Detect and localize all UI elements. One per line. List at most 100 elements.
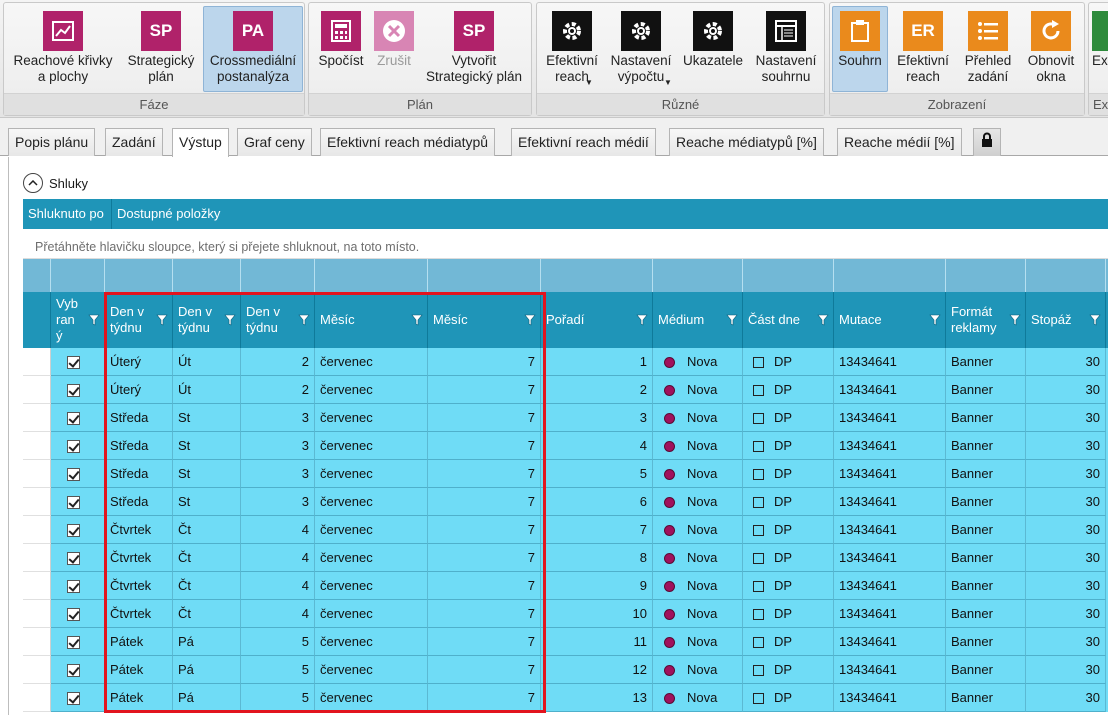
ribbon-group-label-ruzne: Různé bbox=[537, 93, 824, 115]
effective-reach-settings-button[interactable]: Efektivní reach ▼ bbox=[540, 6, 604, 92]
tab-input[interactable]: Zadání bbox=[105, 128, 163, 156]
crossmedia-postanalysis-button[interactable]: PA Crossmediální postanalýza bbox=[203, 6, 303, 92]
month-number-column-header[interactable]: Měsíc bbox=[428, 292, 541, 348]
export-button[interactable]: Ex bbox=[1091, 6, 1108, 92]
effective-reach-view-button[interactable]: ER Efektivní reach bbox=[890, 6, 956, 92]
calculate-label: Spočíst bbox=[318, 53, 364, 68]
table-row[interactable]: Úterý Út 2 červenec 7 2 Nova DP 13434641 Banner 30 bbox=[23, 376, 1108, 404]
ad-format-column-header[interactable]: Formát reklamy bbox=[946, 292, 1026, 348]
row-checkbox[interactable] bbox=[67, 384, 80, 398]
day-of-week-number-column-header[interactable]: Den v týdnu bbox=[241, 292, 315, 348]
medium-column-header[interactable]: Médium bbox=[653, 292, 743, 348]
spot-length-column-header[interactable]: Stopáž bbox=[1026, 292, 1106, 348]
row-checkbox[interactable] bbox=[67, 356, 80, 370]
filter-icon[interactable] bbox=[224, 314, 236, 326]
filter-icon[interactable] bbox=[88, 314, 100, 326]
day-of-week-column-header[interactable]: Den v týdnu bbox=[105, 292, 173, 348]
calculate-button[interactable]: Spočíst bbox=[313, 6, 369, 92]
table-row[interactable]: Pátek Pá 5 červenec 7 11 Nova DP 13434641 Banner 3… bbox=[23, 628, 1108, 656]
row-checkbox[interactable] bbox=[67, 636, 80, 650]
crossmedia-postanalysis-label: Crossmediální postanalýza bbox=[209, 53, 297, 84]
refresh-windows-button[interactable]: Obnovit okna bbox=[1020, 6, 1082, 92]
table-row[interactable]: Pátek Pá 5 červenec 7 13 Nova DP 13434641 Banner 3… bbox=[23, 684, 1108, 712]
filter-icon[interactable] bbox=[726, 314, 738, 326]
tab-effective-reach-mediatypes[interactable]: Efektivní reach médiatypů bbox=[320, 128, 496, 156]
daypart-value: DP bbox=[774, 354, 793, 369]
filter-icon[interactable] bbox=[298, 314, 310, 326]
daypart-square-icon bbox=[753, 553, 764, 565]
stopaz-cell: 30 bbox=[1026, 348, 1106, 376]
summary-button[interactable]: Souhrn bbox=[832, 6, 888, 92]
table-row[interactable]: Čtvrtek Čt 4 červenec 7 10 Nova DP 13434641 Banne… bbox=[23, 600, 1108, 628]
mutation-column-header[interactable]: Mutace bbox=[834, 292, 946, 348]
format-cell: Banner bbox=[946, 572, 1026, 600]
strategic-plan-label: Strategický plán bbox=[127, 53, 195, 84]
row-checkbox[interactable] bbox=[67, 552, 80, 566]
indicators-button[interactable]: Ukazatele bbox=[678, 6, 748, 92]
row-checkbox[interactable] bbox=[67, 524, 80, 538]
table-row[interactable]: Čtvrtek Čt 4 červenec 7 8 Nova DP 13434641 Banner… bbox=[23, 544, 1108, 572]
order-column-header[interactable]: Pořadí bbox=[541, 292, 653, 348]
reach-curves-chart-icon bbox=[43, 11, 83, 51]
tab-output[interactable]: Výstup bbox=[172, 128, 229, 157]
table-row[interactable]: Středa St 3 červenec 7 3 Nova DP 13434641 Banner 3… bbox=[23, 404, 1108, 432]
row-checkbox[interactable] bbox=[67, 412, 80, 426]
strategic-plan-button[interactable]: SP Strategický plán bbox=[118, 6, 204, 92]
tab-price-chart[interactable]: Graf ceny bbox=[237, 128, 312, 156]
gear-icon bbox=[693, 11, 733, 51]
clusters-expander[interactable]: Shluky bbox=[23, 173, 88, 193]
mesic-num-cell: 7 bbox=[428, 656, 541, 684]
filter-icon[interactable] bbox=[636, 314, 648, 326]
column-header-label: Měsíc bbox=[320, 312, 355, 327]
cancel-button[interactable]: Zrušit bbox=[369, 6, 419, 92]
den-num-cell: 4 bbox=[241, 600, 315, 628]
day-of-week-short-column-header[interactable]: Den v týdnu bbox=[173, 292, 241, 348]
row-checkbox[interactable] bbox=[67, 580, 80, 594]
den-cell: Úterý bbox=[105, 348, 173, 376]
tab-reach-mediatypes-pct[interactable]: Reache médiatypů [%] bbox=[669, 128, 824, 156]
table-row[interactable]: Čtvrtek Čt 4 červenec 7 7 Nova DP 13434641 Banner… bbox=[23, 516, 1108, 544]
column-header-label: Část dne bbox=[748, 312, 801, 327]
table-row[interactable]: Pátek Pá 5 červenec 7 12 Nova DP 13434641 Banner 3… bbox=[23, 656, 1108, 684]
tab-reach-media-pct[interactable]: Reache médií [%] bbox=[837, 128, 962, 156]
row-checkbox[interactable] bbox=[67, 496, 80, 510]
input-overview-button[interactable]: Přehled zadání bbox=[957, 6, 1019, 92]
filter-icon[interactable] bbox=[1009, 314, 1021, 326]
tab-lock[interactable] bbox=[973, 128, 1001, 156]
row-checkbox[interactable] bbox=[67, 608, 80, 622]
reach-curves-button[interactable]: Reachové křivky a plochy bbox=[8, 6, 118, 92]
tab-plan-description[interactable]: Popis plánu bbox=[8, 128, 96, 156]
selected-cell bbox=[51, 488, 105, 516]
table-row[interactable]: Úterý Út 2 červenec 7 1 Nova DP 13434641 Banner 30 bbox=[23, 348, 1108, 376]
filter-icon[interactable] bbox=[156, 314, 168, 326]
calculation-settings-button[interactable]: Nastavení výpočtu ▼ bbox=[605, 6, 677, 92]
row-checkbox[interactable] bbox=[67, 468, 80, 482]
summary-settings-button[interactable]: Nastavení souhrnu bbox=[749, 6, 823, 92]
selected-column-header[interactable]: Vyb ran ý bbox=[51, 292, 105, 348]
tab-effective-reach-media[interactable]: Efektivní reach médií bbox=[511, 128, 656, 156]
create-strategic-plan-button[interactable]: SP Vytvořit Strategický plán bbox=[419, 6, 529, 92]
stopaz-cell: 30 bbox=[1026, 432, 1106, 460]
month-column-header[interactable]: Měsíc bbox=[315, 292, 428, 348]
filter-icon[interactable] bbox=[524, 314, 536, 326]
lock-icon bbox=[980, 130, 994, 156]
poradi-cell: 4 bbox=[541, 432, 653, 460]
filter-icon[interactable] bbox=[411, 314, 423, 326]
row-checkbox[interactable] bbox=[67, 692, 80, 706]
table-row[interactable]: Středa St 3 červenec 7 6 Nova DP 13434641 Banner 3… bbox=[23, 488, 1108, 516]
filter-icon[interactable] bbox=[929, 314, 941, 326]
table-row[interactable]: Středa St 3 červenec 7 5 Nova DP 13434641 Banner 3… bbox=[23, 460, 1108, 488]
filter-icon[interactable] bbox=[1089, 314, 1101, 326]
den-short-cell: Čt bbox=[173, 544, 241, 572]
available-items-button[interactable]: Dostupné položky bbox=[112, 199, 1108, 229]
daypart-column-header[interactable]: Část dne bbox=[743, 292, 834, 348]
export-label: Ex bbox=[1092, 53, 1108, 68]
stopaz-cell: 30 bbox=[1026, 684, 1106, 712]
table-row[interactable]: Čtvrtek Čt 4 červenec 7 9 Nova DP 13434641 Banner… bbox=[23, 572, 1108, 600]
row-checkbox[interactable] bbox=[67, 664, 80, 678]
table-row[interactable]: Středa St 3 červenec 7 4 Nova DP 13434641 Banner 3… bbox=[23, 432, 1108, 460]
chevron-up-icon[interactable] bbox=[23, 173, 43, 193]
row-checkbox[interactable] bbox=[67, 440, 80, 454]
cancel-label: Zrušit bbox=[377, 53, 411, 68]
filter-icon[interactable] bbox=[817, 314, 829, 326]
